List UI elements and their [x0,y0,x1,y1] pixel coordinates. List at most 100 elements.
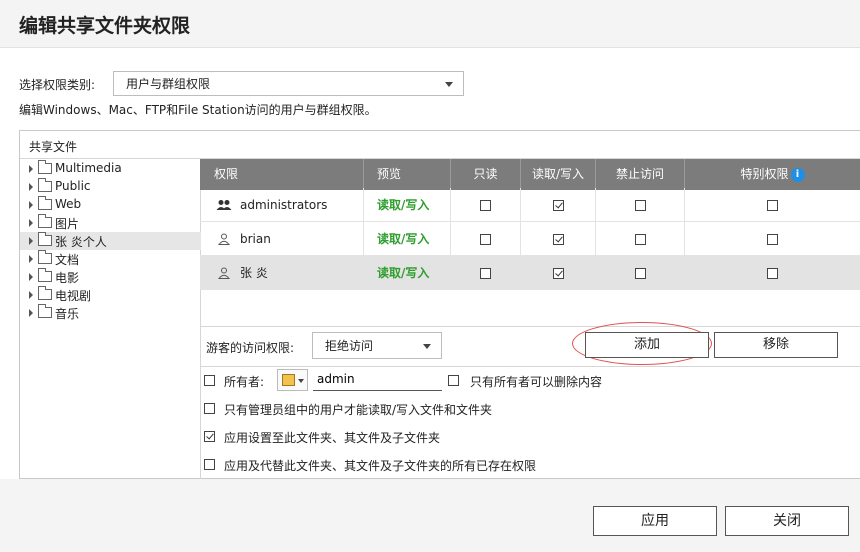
expand-caret-icon[interactable] [29,219,33,227]
owner-picker[interactable] [277,369,308,391]
permission-type-select[interactable]: 用户与群组权限 [113,71,464,96]
owner-checkbox[interactable] [204,375,215,386]
panel-header: 共享文件 [20,131,860,159]
read-write-checkbox[interactable] [552,200,564,211]
apply-replace-checkbox[interactable] [204,459,215,470]
cell-read-write [521,222,596,256]
header-deny[interactable]: 禁止访问 [596,159,685,190]
owner-label: 所有者: [224,375,265,389]
tree-item-label: 图片 [55,217,80,231]
header-special-label: 特别权限 [740,167,789,181]
special-checkbox[interactable] [767,268,778,279]
preview-value: 读取/写入 [377,232,430,246]
dialog-title: 编辑共享文件夹权限 [19,15,191,37]
description-text: 编辑Windows、Mac、FTP和File Station访问的用户与群组权限… [19,103,377,117]
title-bar: 编辑共享文件夹权限 [0,0,860,48]
guest-access-select[interactable]: 拒绝访问 [312,332,442,359]
read-only-checkbox[interactable] [480,234,491,245]
table-row[interactable]: administrators 读取/写入 [200,188,860,222]
cell-preview: 读取/写入 [364,222,451,256]
apply-button[interactable]: 应用 [593,506,717,536]
tree-item-pictures[interactable]: 图片 [20,214,201,232]
cell-preview: 读取/写入 [364,188,451,222]
header-special[interactable]: 特别权限 i [685,159,860,190]
expand-caret-icon[interactable] [29,273,33,281]
apply-sub-row: 应用设置至此文件夹、其文件及子文件夹 [200,423,860,451]
cell-user: brian [200,222,364,256]
owner-input[interactable] [313,368,442,391]
tree-item-label: 电影 [55,271,80,285]
admin-only-row: 只有管理员组中的用户才能读取/写入文件和文件夹 [200,395,860,423]
folder-icon [38,178,52,192]
expand-caret-icon[interactable] [29,309,33,317]
tree-item-music[interactable]: 音乐 [20,304,201,322]
folder-icon [38,286,52,300]
panel-header-label: 共享文件 [29,140,78,154]
tree-item-label: 音乐 [55,307,80,321]
folder-icon [38,196,52,210]
special-checkbox[interactable] [767,234,778,245]
table-row[interactable]: 张 炎 读取/写入 [200,256,860,290]
expand-caret-icon[interactable] [29,237,33,245]
user-name: 张 炎 [240,266,268,280]
cell-read-only [451,256,521,290]
cell-preview: 读取/写入 [364,256,451,290]
user-icon [218,267,230,279]
read-only-checkbox[interactable] [480,268,491,279]
read-write-checkbox[interactable] [552,234,564,245]
deny-checkbox[interactable] [634,268,646,279]
cell-read-only [451,188,521,222]
folder-icon [38,232,52,246]
table-row[interactable]: brian 读取/写入 [200,222,860,256]
group-icon [216,200,232,210]
deny-checkbox[interactable] [634,200,646,211]
cell-deny [596,256,685,290]
header-read-write[interactable]: 读取/写入 [521,159,596,190]
deny-checkbox[interactable] [634,234,646,245]
preview-value: 读取/写入 [377,266,430,280]
tree-item-web[interactable]: Web [20,196,201,214]
chevron-down-icon [445,82,453,87]
read-only-checkbox[interactable] [480,200,491,211]
apply-sub-checkbox[interactable] [204,431,215,442]
tree-item-label: Web [55,197,82,211]
special-checkbox[interactable] [767,200,778,211]
header-preview[interactable]: 预览 [364,159,451,190]
tree-item-multimedia[interactable]: Multimedia [20,160,201,178]
header-read-only[interactable]: 只读 [451,159,521,190]
admin-only-label: 只有管理员组中的用户才能读取/写入文件和文件夹 [224,403,493,417]
tree-item-tv[interactable]: 电视剧 [20,286,201,304]
tree-item-movies[interactable]: 电影 [20,268,201,286]
cell-special [685,222,860,256]
folder-tree: Multimedia Public Web 图片 张 炎个人 文档 电影 电视剧… [20,159,201,479]
expand-caret-icon[interactable] [29,255,33,263]
tree-item-personal[interactable]: 张 炎个人 [20,232,201,250]
folder-icon [38,268,52,282]
expand-caret-icon[interactable] [29,165,33,173]
user-icon [218,233,230,245]
permissions-table-header: 权限 预览 只读 读取/写入 禁止访问 特别权限 i [200,159,860,190]
user-name: brian [240,232,271,246]
only-owner-delete-checkbox[interactable] [448,375,459,386]
folder-icon [38,160,52,174]
user-name: administrators [240,198,328,212]
cell-read-write [521,256,596,290]
add-button[interactable]: 添加 [585,332,709,358]
cell-read-only [451,222,521,256]
cell-deny [596,188,685,222]
read-write-checkbox[interactable] [552,268,564,279]
remove-button[interactable]: 移除 [714,332,838,358]
expand-caret-icon[interactable] [29,201,33,209]
owner-row: 所有者: 只有所有者可以删除内容 [200,366,860,394]
tree-item-public[interactable]: Public [20,178,201,196]
admin-only-checkbox[interactable] [204,403,215,414]
cell-special [685,256,860,290]
cell-read-write [521,188,596,222]
only-owner-delete-label: 只有所有者可以删除内容 [470,375,603,389]
close-button[interactable]: 关闭 [725,506,849,536]
info-icon[interactable]: i [790,167,805,182]
expand-caret-icon[interactable] [29,183,33,191]
tree-item-documents[interactable]: 文档 [20,250,201,268]
header-permission[interactable]: 权限 [200,159,364,190]
expand-caret-icon[interactable] [29,291,33,299]
